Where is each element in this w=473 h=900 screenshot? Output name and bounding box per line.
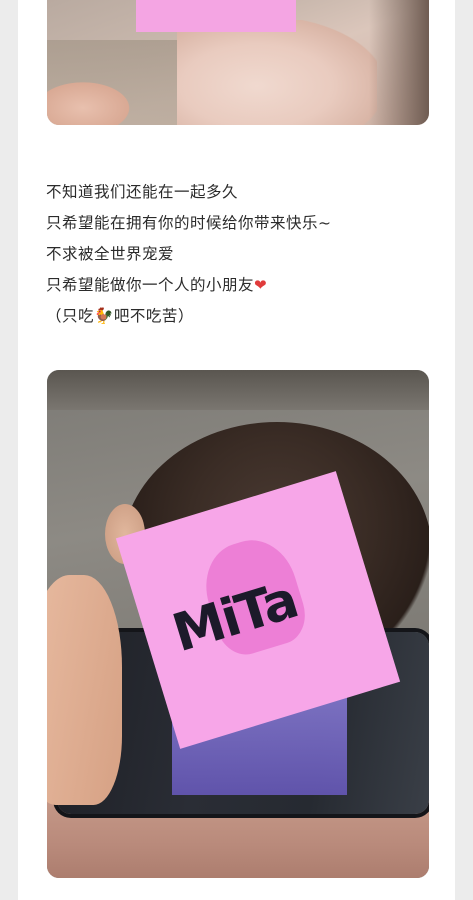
censor-sticker	[136, 0, 296, 32]
post-line-text: 吧不吃苦）	[113, 307, 194, 325]
photo-hand	[47, 575, 122, 805]
post-photo-main[interactable]: MiTa	[47, 370, 429, 878]
post-line: 只希望能做你一个人的小朋友❤	[46, 270, 446, 301]
heart-icon: ❤	[254, 276, 268, 294]
photo-hand	[47, 78, 137, 125]
photo-legs	[177, 20, 377, 125]
post-line: （只吃🐓吧不吃苦）	[46, 301, 446, 332]
post-line: 不求被全世界宠爱	[46, 245, 175, 263]
post-photo-top[interactable]	[47, 0, 429, 125]
photo-wall	[47, 370, 429, 410]
chicken-icon: 🐓	[94, 307, 114, 325]
post-text: 不知道我们还能在一起多久 只希望能在拥有你的时候给你带来快乐~ 不求被全世界宠爱…	[46, 177, 446, 332]
post-line: 不知道我们还能在一起多久	[46, 183, 239, 201]
post-line-text: （只吃	[46, 307, 95, 325]
post-page: 不知道我们还能在一起多久 只希望能在拥有你的时候给你带来快乐~ 不求被全世界宠爱…	[18, 0, 455, 900]
post-line-text: 只希望能做你一个人的小朋友	[46, 276, 255, 294]
post-line: 只希望能在拥有你的时候给你带来快乐~	[46, 214, 332, 232]
photo-shadow	[369, 0, 429, 125]
